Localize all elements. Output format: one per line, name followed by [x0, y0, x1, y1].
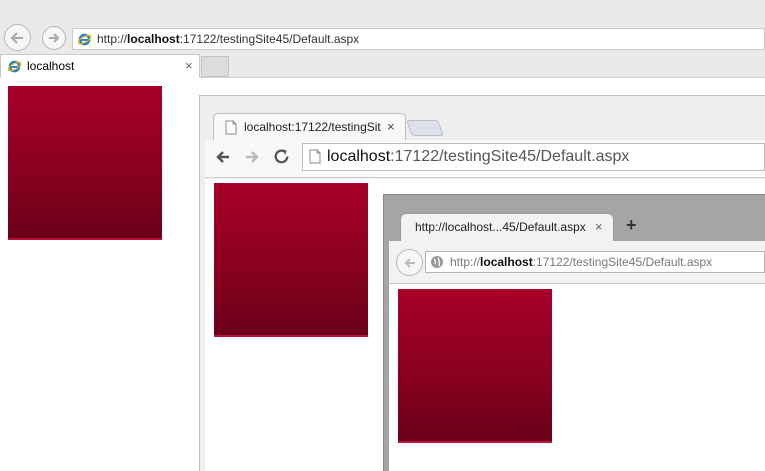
chrome-tab-title: localhost:17122/testingSit	[244, 120, 381, 134]
red-box	[214, 183, 368, 337]
arrow-left-icon	[404, 257, 415, 268]
arrow-left-icon	[10, 31, 23, 44]
chrome-reload-icon[interactable]	[272, 147, 291, 166]
chrome-new-tab-button[interactable]	[406, 120, 444, 136]
ie-new-tab-button[interactable]	[201, 56, 229, 77]
firefox-tab-close-icon[interactable]: ×	[595, 214, 603, 240]
ie-forward-button[interactable]	[42, 26, 66, 50]
ie-address-host: localhost	[127, 32, 180, 46]
ie-logo-icon	[77, 33, 92, 46]
chrome-omnibox[interactable]: localhost:17122/testingSite45/Default.as…	[302, 143, 765, 171]
page-icon	[309, 149, 321, 164]
ie-address-prefix: http://	[97, 32, 128, 46]
firefox-address-prefix: http://	[450, 255, 481, 269]
ie-tab-title: localhost	[27, 59, 75, 73]
globe-icon	[431, 256, 443, 268]
chrome-address-rest: :17122/testingSite45/Default.aspx	[390, 148, 630, 165]
ie-tab[interactable]: localhost ×	[0, 54, 200, 78]
ie-tab-close-icon[interactable]: ×	[185, 55, 193, 77]
firefox-address-host: localhost	[480, 255, 533, 269]
firefox-back-button[interactable]	[396, 249, 423, 276]
ie-address-rest: :17122/testingSite45/Default.aspx	[179, 32, 360, 46]
red-box	[398, 289, 552, 443]
firefox-url-bar[interactable]: http://localhost:17122/testingSite45/Def…	[425, 251, 765, 273]
ie-logo-icon	[7, 60, 22, 73]
chrome-tab-close-icon[interactable]: ×	[387, 114, 395, 140]
firefox-tab[interactable]: http://localhost...45/Default.aspx ×	[400, 213, 614, 241]
firefox-new-tab-icon[interactable]: +	[626, 215, 637, 236]
ie-back-button[interactable]	[4, 24, 31, 51]
page-icon	[225, 120, 237, 135]
chrome-address-host: localhost	[327, 148, 391, 165]
ie-address-bar[interactable]: http://localhost:17122/testingSite45/Def…	[72, 28, 765, 50]
chrome-tab[interactable]: localhost:17122/testingSit ×	[213, 113, 406, 141]
chrome-forward-icon[interactable]	[243, 148, 261, 166]
firefox-tab-title: http://localhost...45/Default.aspx	[415, 220, 586, 234]
chrome-back-icon[interactable]	[214, 148, 232, 166]
arrow-right-icon	[49, 33, 60, 43]
firefox-address-rest: :17122/testingSite45/Default.aspx	[532, 255, 713, 269]
red-box	[8, 86, 162, 240]
